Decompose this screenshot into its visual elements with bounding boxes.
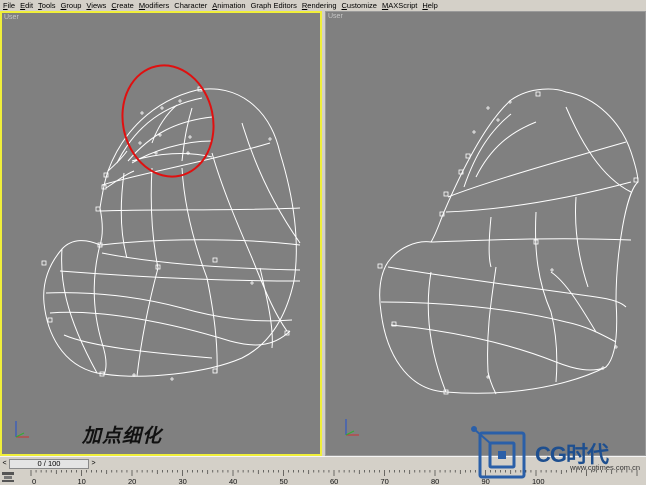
menu-graph-editors[interactable]: Graph Editors xyxy=(249,0,300,11)
highlight-circle xyxy=(121,64,215,178)
viewport-user-left[interactable]: User 加点细化 xyxy=(0,11,322,456)
menu-maxscript[interactable]: MAXScript xyxy=(380,0,420,11)
menu-create[interactable]: Create xyxy=(109,0,137,11)
menu-animation[interactable]: Animation xyxy=(210,0,248,11)
ruler-tick-label: 50 xyxy=(280,477,288,485)
menu-file[interactable]: File xyxy=(1,0,18,11)
watermark-url: www.cgtimes.com.cn xyxy=(570,463,641,472)
track-view-icon[interactable] xyxy=(1,471,15,483)
wireframe-mesh-right xyxy=(345,88,639,436)
menu-modifiers[interactable]: Modifiers xyxy=(137,0,172,11)
prev-frame-button[interactable]: < xyxy=(0,459,9,469)
ruler-tick-label: 100 xyxy=(532,477,545,485)
ruler-tick-label: 0 xyxy=(32,477,36,485)
frame-counter-slider[interactable]: 0 / 100 xyxy=(9,459,89,469)
ruler-tick-label: 30 xyxy=(179,477,187,485)
ruler-tick-label: 70 xyxy=(381,477,389,485)
menu-help[interactable]: Help xyxy=(420,0,440,11)
ruler-tick-label: 80 xyxy=(431,477,439,485)
ruler-tick-label: 20 xyxy=(128,477,136,485)
ruler-tick-label: 90 xyxy=(482,477,490,485)
menu-rendering[interactable]: Rendering xyxy=(300,0,340,11)
viewport-area: User 加点细化 User xyxy=(0,11,646,456)
menu-bar: File Edit Tools Group Views Create Modifiers Ch… xyxy=(0,0,646,11)
menu-views[interactable]: Views xyxy=(84,0,109,11)
menu-edit[interactable]: Edit xyxy=(18,0,36,11)
menu-tools[interactable]: Tools xyxy=(36,0,59,11)
ruler-tick-label: 60 xyxy=(330,477,338,485)
ruler-tick-label: 10 xyxy=(78,477,86,485)
wireframe-mesh-left xyxy=(15,64,301,438)
menu-character[interactable]: Character xyxy=(172,0,210,11)
ruler-tick-label: 40 xyxy=(229,477,237,485)
annotation-text: 加点细化 xyxy=(82,425,163,447)
viewport-user-right[interactable]: User xyxy=(325,11,646,456)
next-frame-button[interactable]: > xyxy=(89,459,98,469)
menu-group[interactable]: Group xyxy=(59,0,85,11)
timeline-ruler[interactable]: 0 10 20 30 40 50 60 70 80 90 100 xyxy=(15,470,646,485)
menu-customize[interactable]: Customize xyxy=(340,0,380,11)
